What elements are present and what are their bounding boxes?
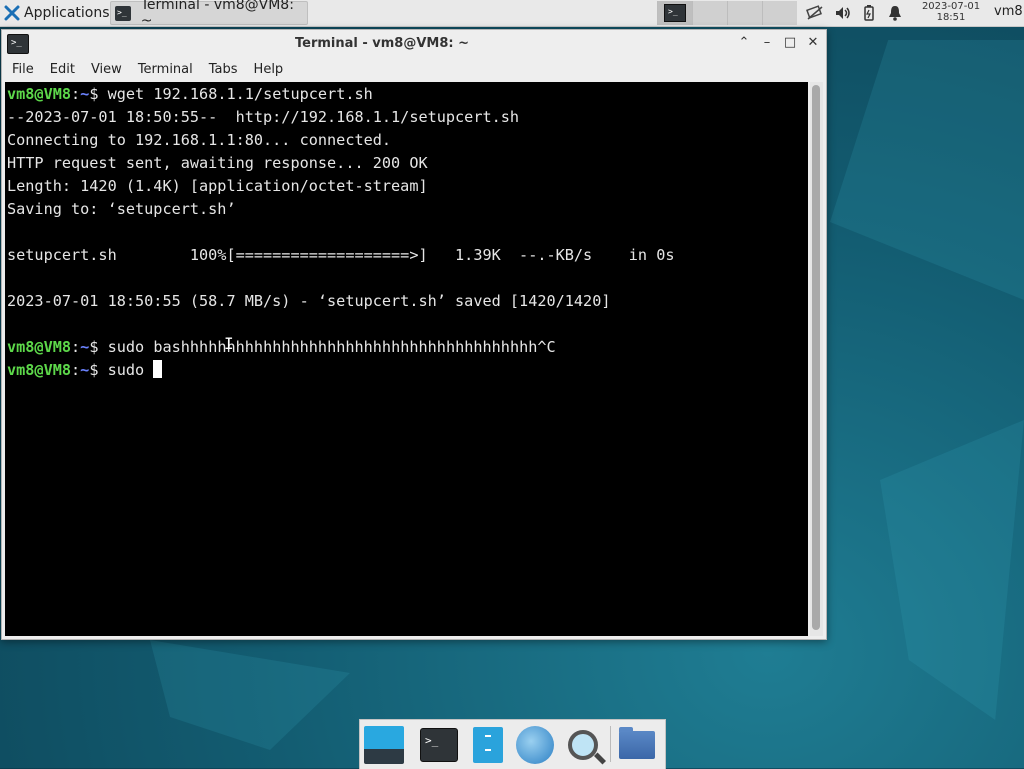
- terminal-icon: [115, 5, 131, 21]
- terminal-line: vm8@VM8:~$ sudo bashhhhhhhhhhhhhhhhhhhhh…: [7, 336, 808, 359]
- show-desktop-icon: [364, 726, 404, 764]
- menu-bar: File Edit View Terminal Tabs Help: [2, 57, 826, 81]
- taskbar-item-terminal[interactable]: Terminal - vm8@VM8: ~: [110, 0, 308, 29]
- top-panel: Applications ⠿ Terminal - vm8@VM8: ~ 202…: [0, 0, 1024, 29]
- prompt-path: ~: [80, 85, 90, 103]
- prompt-path: ~: [80, 338, 90, 356]
- dock-file-manager-launcher[interactable]: [467, 724, 509, 766]
- prompt-path: ~: [80, 361, 90, 379]
- show-desktop-button[interactable]: [363, 724, 405, 766]
- prompt-dollar: $: [89, 85, 108, 103]
- prompt-user: vm8@VM8: [7, 338, 72, 356]
- dock-app-finder-launcher[interactable]: [562, 724, 604, 766]
- workspace-4[interactable]: [762, 1, 797, 25]
- volume-icon[interactable]: [834, 4, 852, 22]
- menu-help[interactable]: Help: [246, 62, 292, 77]
- command-text: sudo: [107, 361, 154, 379]
- command-text: wget 192.168.1.1/setupcert.sh: [107, 85, 373, 103]
- menu-tabs[interactable]: Tabs: [201, 62, 246, 77]
- applications-label: Applications: [24, 5, 110, 21]
- prompt-user: vm8@VM8: [7, 361, 72, 379]
- prompt-user: vm8@VM8: [7, 85, 72, 103]
- folder-icon: [619, 727, 655, 759]
- user-menu[interactable]: vm8: [994, 4, 1023, 19]
- prompt-sep: :: [71, 361, 81, 379]
- wallpaper-shard: [880, 420, 1024, 720]
- wallpaper-shard: [150, 640, 350, 750]
- dock-home-folder-launcher[interactable]: [616, 724, 658, 766]
- applications-menu-button[interactable]: Applications ⠿: [0, 0, 125, 26]
- terminal-line: Connecting to 192.168.1.1:80... connecte…: [7, 131, 392, 149]
- battery-icon[interactable]: [860, 4, 878, 22]
- wallpaper-shard: [830, 40, 1024, 300]
- workspace-3[interactable]: [727, 1, 762, 25]
- terminal-line: Saving to: ‘setupcert.sh’: [7, 200, 236, 218]
- dock-separator: [610, 726, 611, 762]
- prompt-sep: :: [71, 338, 81, 356]
- workspace-1[interactable]: [657, 1, 692, 25]
- menu-edit[interactable]: Edit: [42, 62, 83, 77]
- terminal-line: vm8@VM8:~$ sudo: [7, 359, 808, 382]
- terminal-icon: [664, 4, 686, 22]
- terminal-line: setupcert.sh 100%[===================>] …: [7, 246, 675, 264]
- taskbar-item-label: Terminal - vm8@VM8: ~: [140, 0, 294, 29]
- text-cursor: [153, 360, 163, 378]
- terminal-output[interactable]: vm8@VM8:~$ wget 192.168.1.1/setupcert.sh…: [5, 82, 808, 636]
- scrollbar-thumb[interactable]: [812, 85, 820, 630]
- terminal-line: vm8@VM8:~$ wget 192.168.1.1/setupcert.sh: [7, 83, 808, 106]
- globe-icon: [516, 726, 554, 764]
- prompt-dollar: $: [89, 338, 108, 356]
- command-text: sudo bashhhhhhhhhhhhhhhhhhhhhhhhhhhhhhhh…: [107, 338, 556, 356]
- menu-terminal[interactable]: Terminal: [130, 62, 201, 77]
- magnifier-icon: [568, 730, 598, 760]
- prompt-sep: :: [71, 85, 81, 103]
- close-button[interactable]: ✕: [805, 35, 821, 51]
- workspace-2[interactable]: [692, 1, 727, 25]
- prompt-dollar: $: [89, 361, 108, 379]
- dock-web-browser-launcher[interactable]: [514, 724, 556, 766]
- terminal-line: HTTP request sent, awaiting response... …: [7, 154, 428, 172]
- window-titlebar[interactable]: Terminal - vm8@VM8: ~ ⌃ – □ ✕: [2, 30, 826, 57]
- menu-view[interactable]: View: [83, 62, 130, 77]
- terminal-scrollbar[interactable]: [810, 82, 823, 636]
- terminal-line: --2023-07-01 18:50:55-- http://192.168.1…: [7, 108, 520, 126]
- notifications-bell-icon[interactable]: [886, 4, 904, 22]
- terminal-window: Terminal - vm8@VM8: ~ ⌃ – □ ✕ File Edit …: [1, 29, 827, 640]
- menu-file[interactable]: File: [2, 62, 42, 77]
- file-cabinet-icon: [473, 727, 503, 763]
- clock-time: 18:51: [936, 12, 966, 23]
- xfce-logo-icon: [4, 5, 20, 21]
- maximize-button[interactable]: □: [782, 35, 798, 51]
- panel-clock[interactable]: 2023-07-01 18:51: [916, 1, 986, 23]
- bottom-dock: [359, 719, 666, 769]
- terminal-icon: [420, 728, 458, 762]
- window-title: Terminal - vm8@VM8: ~: [294, 36, 470, 51]
- terminal-line: 2023-07-01 18:50:55 (58.7 MB/s) - ‘setup…: [7, 292, 611, 310]
- network-icon[interactable]: [806, 4, 824, 22]
- clock-date: 2023-07-01: [921, 1, 981, 12]
- terminal-line: Length: 1420 (1.4K) [application/octet-s…: [7, 177, 428, 195]
- minimize-button[interactable]: –: [759, 35, 775, 51]
- roll-up-button[interactable]: ⌃: [736, 35, 752, 51]
- mouse-ibeam-cursor-icon: I: [224, 334, 234, 353]
- dock-terminal-launcher[interactable]: [418, 724, 460, 766]
